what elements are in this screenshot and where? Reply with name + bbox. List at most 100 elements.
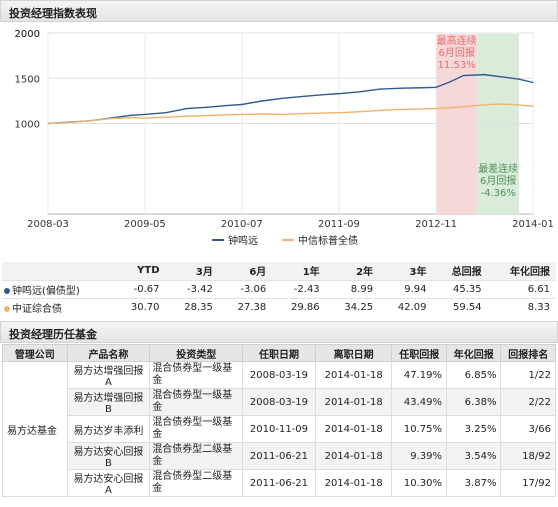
fund-name-cell[interactable]: 易方达安心回报B <box>66 442 151 470</box>
history-header-cell: 管理公司 <box>2 344 68 362</box>
series-point-1 <box>89 120 91 122</box>
fund-name-cell[interactable]: 易方达岁丰添利 <box>66 415 151 443</box>
series-point-1 <box>518 104 520 106</box>
annual-return-cell: 6.38% <box>445 388 502 416</box>
series-point-0 <box>186 107 188 110</box>
legend-label-0: 钟鸣远 <box>228 234 258 247</box>
return-rank-cell: 1/22 <box>500 361 556 389</box>
chart-svg: 10001500200020002008-03 2009-05 2010-07 201… <box>15 29 554 247</box>
fund-type-cell: 混合债券型二级基金 <box>149 442 244 470</box>
perf-value-cell: -3.42 <box>165 279 219 298</box>
series-point-1 <box>186 115 188 117</box>
fund-history-table: 管理公司 产品名称 投资类型 任职日期 离职日期 任职回报 年化回报 回报排名 易方达基金 易方… <box>2 344 556 497</box>
annual-return-cell: 6.85% <box>445 361 502 389</box>
y-tick-label: 1500 <box>15 74 40 85</box>
fund-name-cell[interactable]: 易方达增强回报B <box>66 388 151 416</box>
tenure-return-cell: 10.30% <box>391 469 447 497</box>
x-tick-label: 2009-05 <box>124 219 166 230</box>
series-point-0 <box>532 81 534 84</box>
series-dot-icon <box>4 305 10 312</box>
perf-header-cell: 3年 <box>379 262 433 280</box>
table-row: 易方达安心回报A 混合债券型二级基金 2011-06-21 2014-01-18 10.… <box>3 469 556 497</box>
perf-header-cell: YTD <box>112 262 166 280</box>
tenure-return-cell: 9.39% <box>391 442 447 470</box>
table-row: 易方达增强回报B 混合债券型一级基金 2008-03-19 2014-01-18 43.… <box>3 388 556 416</box>
end-date-cell: 2014-01-18 <box>314 415 393 443</box>
section-header-index-performance: 投资经理指数表现 <box>0 0 558 22</box>
history-header-cell: 投资类型 <box>149 344 244 362</box>
series-point-0 <box>379 88 381 90</box>
perf-header-cell: 3月 <box>165 262 219 280</box>
perf-header-cell: 2年 <box>325 262 380 280</box>
tenure-return-cell: 43.49% <box>391 388 447 416</box>
annotation-worst-text: 最差连续 <box>478 162 518 175</box>
annotation-best-text: 6月回报 <box>438 46 474 59</box>
fund-type-cell: 混合债券型一级基金 <box>149 361 244 389</box>
return-rank-cell: 18/92 <box>500 442 556 470</box>
history-header-cell: 年化回报 <box>445 344 502 362</box>
performance-header-row: YTD 3月 6月 1年 2年 3年 总回报 年化回报 <box>2 262 556 280</box>
series-point-0 <box>338 93 340 95</box>
series-point-0 <box>400 87 402 89</box>
y-tick-label: 2000 <box>15 29 40 40</box>
annual-return-cell: 3.54% <box>445 442 502 470</box>
x-tick-label: 2008-03 <box>27 219 69 230</box>
tenure-return-cell: 47.19% <box>391 361 447 389</box>
history-header-cell: 回报排名 <box>500 344 556 362</box>
fund-type-cell: 混合债券型二级基金 <box>149 469 244 497</box>
perf-value-cell: 42.09 <box>379 297 433 316</box>
perf-value-cell: 29.86 <box>272 297 326 316</box>
end-date-cell: 2014-01-18 <box>314 469 393 497</box>
series-point-0 <box>130 114 132 116</box>
series-point-0 <box>262 100 264 102</box>
performance-table: YTD 3月 6月 1年 2年 3年 总回报 年化回报 钟鸣远(偏债型) -0.67 -3.42-… <box>2 262 556 316</box>
series-point-0 <box>504 76 506 78</box>
perf-row-name: 钟鸣远(偏债型) <box>2 279 113 298</box>
perf-header-cell: 6月 <box>218 262 273 280</box>
fund-type-cell: 混合债券型一级基金 <box>149 388 244 416</box>
return-rank-cell: 3/66 <box>500 415 556 443</box>
fund-name-cell[interactable]: 易方达安心回报A <box>66 469 151 497</box>
perf-value-cell: -0.67 <box>112 279 166 298</box>
series-point-0 <box>483 74 485 76</box>
series-point-0 <box>324 93 326 96</box>
series-point-0 <box>359 91 361 93</box>
perf-value-cell: 30.70 <box>112 297 166 316</box>
company-cell: 易方达基金 <box>2 361 68 497</box>
legend-label-1: 中信标普全债 <box>298 234 358 247</box>
series-point-1 <box>262 113 264 115</box>
series-point-1 <box>303 112 305 115</box>
annotation-worst-text: 6月回报 <box>480 174 516 187</box>
series-point-1 <box>359 111 361 113</box>
series-point-1 <box>165 116 167 118</box>
series-point-0 <box>207 106 209 108</box>
perf-value-cell: 28.35 <box>165 297 219 316</box>
series-point-0 <box>227 104 229 106</box>
perf-row: 钟鸣远(偏债型) -0.67 -3.42 -3.06 -2.43 8.99 9.94 45.3… <box>2 279 556 298</box>
end-date-cell: 2014-01-18 <box>314 442 393 470</box>
x-tick-label: 2012-11 <box>415 219 457 230</box>
x-tick-label: 2011-09 <box>318 219 360 230</box>
perf-row-name: 中证综合债 <box>2 297 113 316</box>
fund-type-cell: 混合债券型一级基金 <box>149 415 244 443</box>
section-title: 投资经理指数表现 <box>9 7 97 20</box>
series-point-1 <box>476 104 478 106</box>
x-tick-label: 2014-01 <box>512 219 554 230</box>
series-point-1 <box>497 103 499 105</box>
start-date-cell: 2011-06-21 <box>242 469 316 497</box>
annual-return-cell: 3.25% <box>445 415 502 443</box>
series-point-0 <box>303 95 305 97</box>
series-point-1 <box>386 109 389 111</box>
series-dot-icon <box>4 287 10 294</box>
fund-name-cell[interactable]: 易方达增强回报A <box>66 361 151 389</box>
end-date-cell: 2014-01-18 <box>314 388 393 416</box>
perf-value-cell: 8.33 <box>487 297 556 316</box>
series-point-1 <box>414 108 416 110</box>
series-point-1 <box>435 107 437 110</box>
series-point-0 <box>449 81 451 83</box>
table-row: 易方达岁丰添利 混合债券型一级基金 2010-11-09 2014-01-18 10.7… <box>3 415 556 443</box>
series-point-1 <box>213 114 215 116</box>
section-title: 投资经理历任基金 <box>9 328 97 341</box>
series-point-1 <box>109 117 112 120</box>
history-header-cell: 任职日期 <box>242 344 316 362</box>
